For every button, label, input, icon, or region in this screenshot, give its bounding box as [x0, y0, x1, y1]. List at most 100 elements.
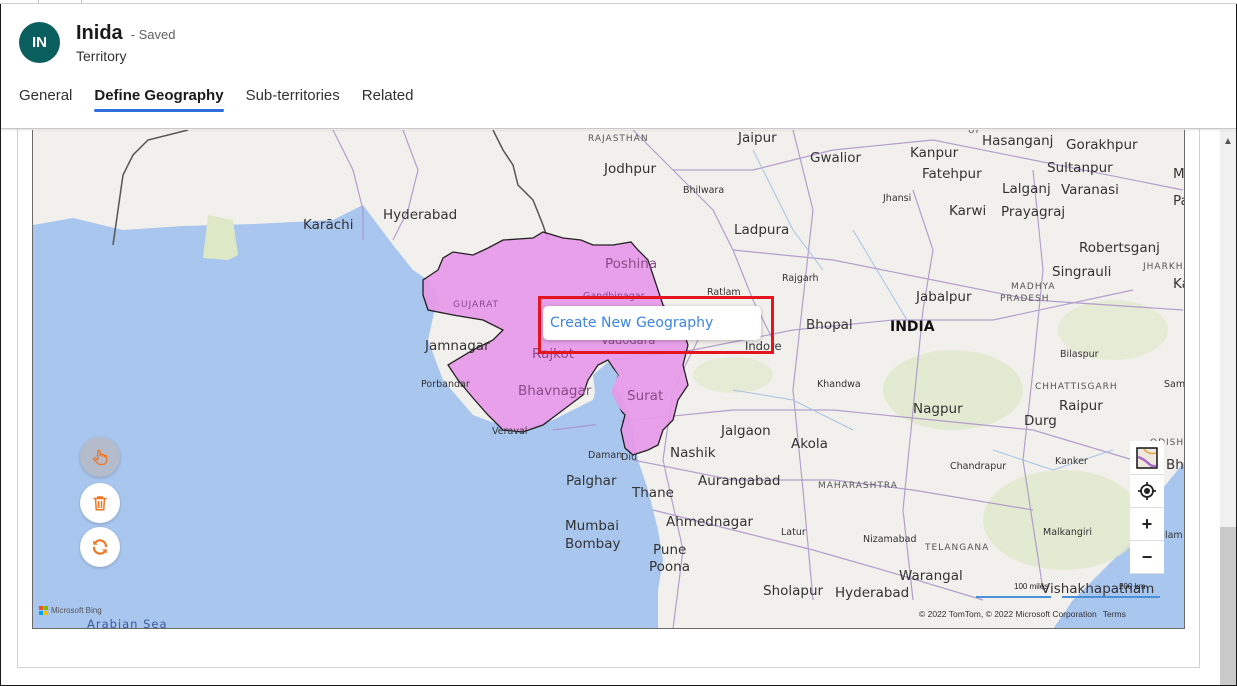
map-label-state: UP	[968, 130, 983, 136]
map-style-picker-button[interactable]	[1130, 441, 1164, 475]
map-label-city: Ladpura	[734, 222, 790, 238]
map-label-country: INDIA	[890, 319, 935, 335]
tab-related[interactable]: Related	[362, 87, 414, 110]
tab-general[interactable]: General	[19, 87, 72, 110]
map-label-city: Mu	[1173, 166, 1185, 182]
scale-miles: 100 miles	[1014, 582, 1049, 591]
map-label-city: Bhavnagar	[518, 383, 592, 399]
microsoft-logo-icon	[39, 606, 48, 615]
saved-status: - Saved	[130, 27, 176, 42]
map-label-city: Singrauli	[1052, 264, 1112, 280]
zoom-out-button[interactable]: −	[1130, 541, 1164, 574]
map-label-city: Kanpur	[910, 145, 959, 161]
map-label-town: Bhilwara	[683, 185, 725, 196]
map-label-city: Lalganj	[1002, 181, 1051, 197]
record-title: Inida	[76, 22, 123, 44]
map-label-city: Hasanganj	[982, 133, 1054, 149]
context-menu[interactable]: Create New Geography	[543, 306, 761, 340]
map-label-city: Ka	[1173, 276, 1184, 292]
entity-type: Territory	[76, 48, 127, 64]
zoom-in-button[interactable]: +	[1130, 508, 1164, 541]
map-label-state: CHHATTISGARH	[1035, 382, 1118, 392]
map-label-town: Khandwa	[817, 379, 861, 390]
map-label-town: Veraval	[492, 426, 528, 437]
map-label-town: Latur	[781, 527, 806, 538]
refresh-button[interactable]	[80, 527, 120, 567]
map-style-icon	[1136, 446, 1158, 469]
map-label-town: Jhansi	[883, 193, 912, 204]
map-label-state: PRADESH	[1000, 294, 1050, 304]
scroll-thumb[interactable]	[1220, 527, 1236, 685]
map-label-city: Mumbai	[565, 518, 619, 534]
map-label-town: Chandrapur	[950, 461, 1007, 472]
vertical-scrollbar[interactable]: ▲	[1220, 130, 1236, 685]
map-scale: 100 miles 200 km	[976, 582, 1160, 598]
map-label-city: Palghar	[566, 473, 617, 489]
map-label-city: Hyderabad	[835, 585, 910, 601]
terms-link[interactable]: Terms	[1103, 609, 1126, 619]
title-row: Inida - Saved	[76, 22, 175, 45]
locate-me-button[interactable]	[1130, 475, 1164, 508]
map-label-city: Jalgaon	[721, 423, 771, 439]
map-label-city: Jabalpur	[916, 289, 972, 305]
map-label-town: Porbandar	[421, 379, 470, 390]
map-label-town: Daman	[588, 450, 623, 461]
map-label-city: Bombay	[565, 536, 621, 552]
map-label-city: Pat	[1173, 193, 1184, 209]
microsoft-bing-logo[interactable]: Microsoft Bing	[39, 606, 102, 615]
map-label-state: JHARKHAND	[1143, 262, 1184, 272]
map-label-city: Fatehpur	[922, 166, 982, 182]
green-patch	[203, 215, 238, 260]
map-label-town: Sambalpur	[1164, 379, 1185, 390]
map-label-city: Poona	[649, 559, 691, 575]
map-label-city: Pune	[653, 542, 687, 558]
map-navigation-controls: + −	[1130, 441, 1164, 574]
map-label-town: Rajgarh	[782, 273, 819, 284]
tab-define-geography[interactable]: Define Geography	[94, 87, 224, 112]
map-label-city: Aurangabad	[698, 473, 781, 489]
map-label-city: Poshina	[605, 256, 658, 272]
trash-icon	[93, 496, 107, 511]
map-label-town: Bilaspur	[1060, 349, 1099, 360]
map-label-city: Gorakhpur	[1066, 137, 1138, 153]
scale-bar-miles	[976, 596, 1051, 598]
map-label-city: Nashik	[670, 445, 716, 461]
map-label-city: Hyderabad	[383, 207, 458, 223]
map-label-city: Bhu	[1166, 457, 1184, 473]
map-label-city: Karwi	[949, 203, 987, 219]
select-hand-button[interactable]	[80, 437, 120, 477]
scale-km: 200 km	[1119, 582, 1146, 591]
map-label-city: Warangal	[899, 568, 963, 584]
map-label-city: Akola	[791, 436, 828, 452]
map-label-city: Karāchi	[303, 217, 354, 233]
locate-icon	[1138, 482, 1156, 500]
avatar: IN	[19, 22, 60, 63]
map-label-town: Diu	[621, 452, 637, 463]
map-label-state: RAJASTHAN	[588, 134, 649, 144]
map-label-state: GUJARAT	[453, 300, 500, 310]
map-label-city: Ahmednagar	[666, 514, 754, 530]
map-canvas[interactable]: RAJASTHAN Jaipur Gwalior Kanpur Hasangan…	[32, 130, 1185, 629]
map-label-town: Nizamabad	[863, 534, 917, 545]
bing-logo-text: Microsoft Bing	[51, 606, 102, 615]
map-label-town: Malkangiri	[1043, 527, 1093, 538]
scroll-up-arrow-icon[interactable]: ▲	[1220, 136, 1236, 148]
map-label-city: Durg	[1024, 413, 1057, 429]
map-label-sea: Arabian Sea	[87, 617, 168, 629]
map-label-city: Robertsganj	[1079, 240, 1160, 256]
map-label-city: Nagpur	[913, 401, 963, 417]
create-new-geography-menu-item[interactable]: Create New Geography	[550, 315, 713, 331]
top-strip	[0, 0, 1237, 4]
map-label-city: Varanasi	[1061, 182, 1119, 198]
map-label-city: Surat	[627, 388, 664, 404]
map-label-city: Jaipur	[738, 130, 777, 146]
map-attribution: © 2022 TomTom, © 2022 Microsoft Corporat…	[919, 609, 1126, 619]
map-label-state: MAHARASHTRA	[818, 481, 898, 491]
map-label-city: Sholapur	[763, 583, 824, 599]
hand-pointer-icon	[93, 449, 108, 466]
delete-button[interactable]	[80, 483, 120, 523]
tab-sub-territories[interactable]: Sub-territories	[246, 87, 340, 110]
map-label-city: Thane	[632, 485, 674, 501]
record-header: IN Inida - Saved Territory General Defin…	[1, 5, 1236, 129]
map-label-city: Jodhpur	[604, 161, 657, 177]
